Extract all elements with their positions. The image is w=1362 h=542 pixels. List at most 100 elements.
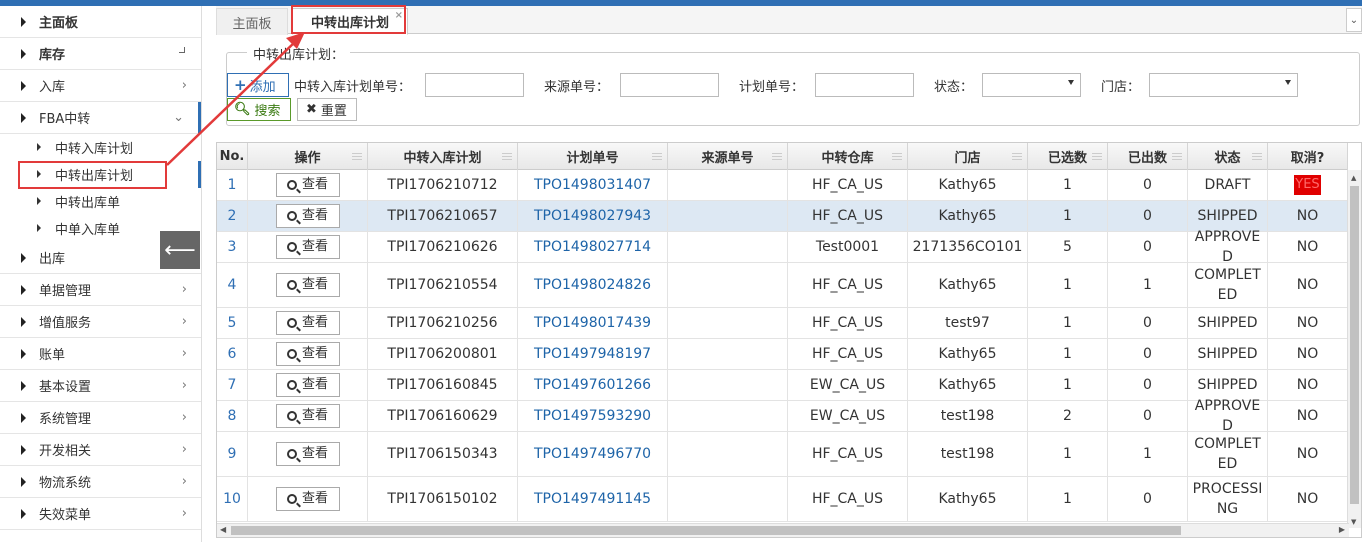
- sidebar-item[interactable]: 账单 ›: [0, 338, 201, 370]
- table-row[interactable]: 6 查看 TPI1706200801 TPO1497948197 HF_CA_US Kat…: [217, 339, 1348, 370]
- cell-cancel: NO: [1296, 446, 1319, 462]
- cell-order[interactable]: TPO1498027943: [534, 206, 651, 226]
- column-menu-icon[interactable]: [502, 153, 512, 160]
- cell-order[interactable]: TPO1498031407: [534, 175, 651, 195]
- view-button[interactable]: 查看: [275, 273, 340, 297]
- view-button[interactable]: 查看: [275, 404, 340, 428]
- view-button[interactable]: 查看: [275, 311, 340, 335]
- table-cell: 2: [1028, 401, 1108, 431]
- store-label: 门店：: [1101, 80, 1141, 95]
- sidebar-item[interactable]: FBA中转 ⌄: [0, 102, 201, 134]
- transfer-inbound-plan-no-input[interactable]: [425, 73, 524, 97]
- cell-order[interactable]: TPO1497601266: [534, 375, 651, 395]
- scroll-right-icon[interactable]: ▶: [1339, 525, 1345, 534]
- column-header[interactable]: 门店: [908, 143, 1028, 170]
- search-icon: [286, 380, 297, 390]
- sidebar-item[interactable]: 库存: [0, 38, 201, 70]
- sidebar-item[interactable]: 入库 ›: [0, 70, 201, 102]
- column-header[interactable]: 中转入库计划: [368, 143, 518, 170]
- column-menu-icon[interactable]: [1092, 153, 1102, 160]
- sidebar-item[interactable]: 系统管理 ›: [0, 402, 201, 434]
- column-header-label: 中转入库计划: [403, 151, 482, 166]
- sidebar-item[interactable]: 增值服务 ›: [0, 306, 201, 338]
- table-row[interactable]: 4 查看 TPI1706210554 TPO1498024826 HF_CA_US Kat…: [217, 263, 1348, 308]
- view-button[interactable]: 查看: [275, 342, 340, 366]
- horizontal-scrollbar[interactable]: ◀ ▶: [217, 523, 1349, 537]
- column-menu-icon[interactable]: [352, 153, 362, 160]
- sidebar-subitem[interactable]: 中转出库单: [0, 188, 201, 215]
- sidebar-item[interactable]: 单据管理 ›: [0, 274, 201, 306]
- add-button[interactable]: + 添加: [227, 73, 289, 97]
- sidebar-item-label: 开发相关: [39, 444, 92, 459]
- scroll-thumb[interactable]: [231, 526, 1181, 535]
- tab-list-dropdown[interactable]: ⌄: [1346, 8, 1362, 32]
- table-row[interactable]: 7 查看 TPI1706160845 TPO1497601266 EW_CA_US Kat…: [217, 370, 1348, 401]
- column-header[interactable]: 状态: [1188, 143, 1268, 170]
- sidebar-subitem[interactable]: 中转入库计划: [0, 134, 201, 161]
- scroll-left-icon[interactable]: ◀: [220, 525, 226, 534]
- sidebar-item[interactable]: 开发相关 ›: [0, 434, 201, 466]
- table-cell: NO: [1268, 477, 1348, 521]
- sidebar-item[interactable]: 主面板: [0, 6, 201, 38]
- table-row[interactable]: 1 查看 TPI1706210712 TPO1498031407 HF_CA_US Kat…: [217, 170, 1348, 201]
- column-header[interactable]: No.: [217, 143, 248, 170]
- column-header[interactable]: 中转仓库: [788, 143, 908, 170]
- view-button[interactable]: 查看: [275, 235, 340, 259]
- column-menu-icon[interactable]: [772, 153, 782, 160]
- source-no-input[interactable]: [620, 73, 719, 97]
- column-menu-icon[interactable]: [652, 153, 662, 160]
- view-button[interactable]: 查看: [275, 204, 340, 228]
- dropdown-arrow-icon: [1285, 80, 1291, 85]
- cell-order[interactable]: TPO1498017439: [534, 313, 651, 333]
- cell-order[interactable]: TPO1497496770: [534, 444, 651, 464]
- column-menu-icon[interactable]: [1172, 153, 1182, 160]
- cell-order[interactable]: TPO1497948197: [534, 344, 651, 364]
- table-row[interactable]: 5 查看 TPI1706210256 TPO1498017439 HF_CA_US tes…: [217, 308, 1348, 339]
- scroll-down-icon[interactable]: ▼: [1351, 518, 1356, 526]
- column-header[interactable]: 来源单号: [668, 143, 788, 170]
- tab-dashboard[interactable]: 主面板: [216, 8, 288, 35]
- search-icon: 🔍︎: [234, 102, 251, 117]
- store-select[interactable]: [1149, 73, 1298, 97]
- sidebar-item[interactable]: 物流系统 ›: [0, 466, 201, 498]
- scroll-thumb[interactable]: [1350, 186, 1359, 504]
- chevron-right-icon: ›: [181, 442, 187, 457]
- search-button[interactable]: 🔍︎ 搜索: [227, 98, 291, 121]
- sidebar: 主面板 库存 入库 › FBA中转 ⌄ 中转入库计划 中转出库计划 中转出库单 中单入库单 出库 单据…: [0, 6, 202, 542]
- column-header[interactable]: 取消?: [1268, 143, 1348, 170]
- table-row[interactable]: 3 查看 TPI1706210626 TPO1498027714 Test0001 217…: [217, 229, 1348, 265]
- sidebar-item[interactable]: 基本设置 ›: [0, 370, 201, 402]
- cell-warehouse: EW_CA_US: [809, 377, 886, 393]
- status-select[interactable]: [982, 73, 1081, 97]
- view-button[interactable]: 查看: [275, 173, 340, 197]
- view-button[interactable]: 查看: [275, 442, 340, 466]
- column-header[interactable]: 操作: [248, 143, 368, 170]
- column-header[interactable]: 计划单号: [518, 143, 668, 170]
- column-menu-icon[interactable]: [892, 153, 902, 160]
- collapse-sidebar-button[interactable]: ⟵: [160, 231, 200, 269]
- cell-cancel: NO: [1296, 491, 1319, 507]
- cell-order[interactable]: TPO1498027714: [534, 237, 651, 257]
- column-header[interactable]: 已出数: [1108, 143, 1188, 170]
- table-cell: HF_CA_US: [788, 201, 908, 231]
- dropdown-arrow-icon: [1068, 80, 1074, 85]
- column-menu-icon[interactable]: [1012, 153, 1022, 160]
- scroll-up-icon[interactable]: ▲: [1351, 174, 1356, 182]
- reset-button[interactable]: ✖ 重置: [297, 98, 357, 121]
- view-button[interactable]: 查看: [275, 373, 340, 397]
- column-menu-icon[interactable]: [1252, 153, 1262, 160]
- cell-order[interactable]: TPO1497593290: [534, 406, 651, 426]
- view-button[interactable]: 查看: [275, 487, 340, 511]
- table-row[interactable]: 10 查看 TPI1706150102 TPO1497491145 HF_CA_US Ka…: [217, 477, 1348, 522]
- column-header[interactable]: 已选数: [1028, 143, 1108, 170]
- cell-order[interactable]: TPO1498024826: [534, 275, 651, 295]
- caret-right-icon: [21, 81, 26, 91]
- table-row[interactable]: 9 查看 TPI1706150343 TPO1497496770 HF_CA_US tes…: [217, 432, 1348, 477]
- sidebar-item[interactable]: 失效菜单 ›: [0, 498, 201, 530]
- table-row[interactable]: 2 查看 TPI1706210657 TPO1498027943 HF_CA_US Kat…: [217, 201, 1348, 232]
- cell-order[interactable]: TPO1497491145: [534, 489, 651, 509]
- vertical-scrollbar[interactable]: ▲ ▼: [1347, 170, 1361, 528]
- close-icon: ✖: [306, 102, 317, 117]
- table-row[interactable]: 8 查看 TPI1706160629 TPO1497593290 EW_CA_US tes…: [217, 398, 1348, 434]
- plan-no-input[interactable]: [815, 73, 914, 97]
